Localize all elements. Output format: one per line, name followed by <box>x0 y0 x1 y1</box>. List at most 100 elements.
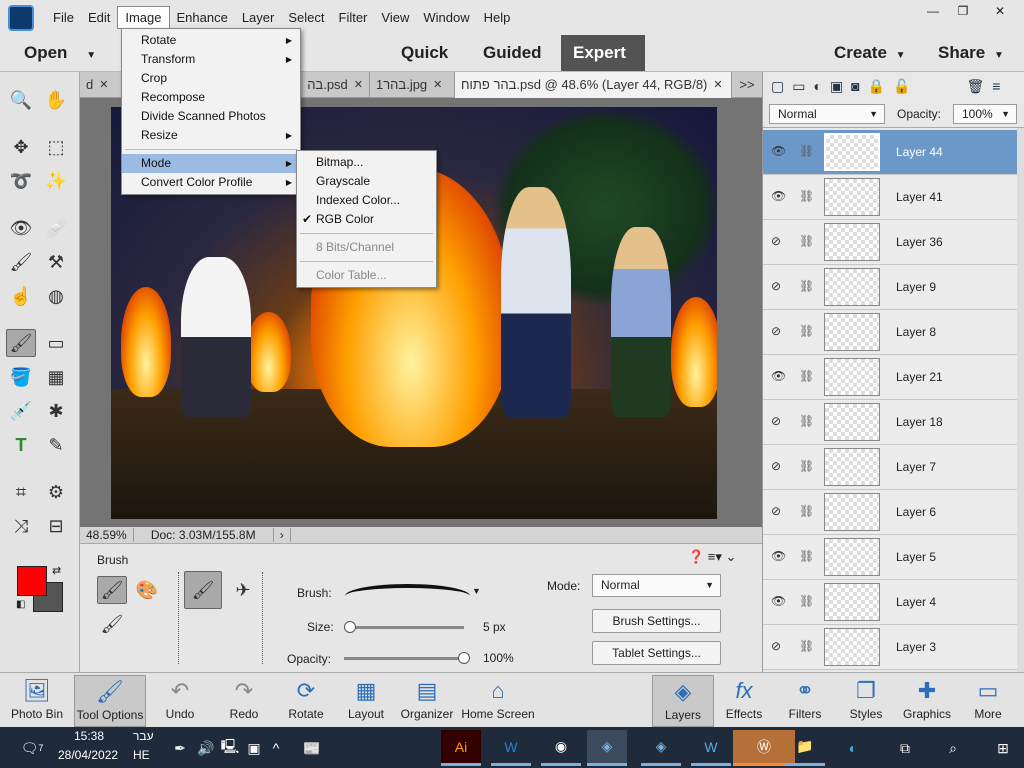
menu-item-bitmap-[interactable]: Bitmap... <box>297 153 436 172</box>
eye-icon[interactable]: 👁 <box>771 549 787 563</box>
layer-blend-mode-select[interactable]: Normal ▼ <box>769 104 885 124</box>
layer-thumbnail[interactable] <box>824 628 880 666</box>
type-tool-icon[interactable]: T <box>6 431 36 459</box>
layer-opacity-field[interactable]: 100% ▼ <box>953 104 1017 124</box>
size-value[interactable]: 5 px <box>483 620 506 634</box>
notifications-icon[interactable]: 🗨 7 <box>12 730 52 766</box>
eye-hidden-icon[interactable]: ⊘ <box>771 504 787 518</box>
brush-mode-icon[interactable]: 🖌 <box>97 576 127 604</box>
layer-thumbnail[interactable] <box>824 448 880 486</box>
layer-thumbnail[interactable] <box>824 358 880 396</box>
layer-thumbnail[interactable] <box>824 583 880 621</box>
smart-brush-tool-icon[interactable]: 🖌 <box>6 248 36 276</box>
size-slider[interactable] <box>344 621 464 633</box>
tab-document-1[interactable]: d ✕ <box>80 72 122 98</box>
new-layer-icon[interactable]: ▢ <box>771 78 784 95</box>
impressionist-brush-icon[interactable]: 🎨 <box>132 576 162 604</box>
eye-hidden-icon[interactable]: ⊘ <box>771 459 787 473</box>
tabs-overflow-button[interactable]: >> <box>732 72 762 98</box>
organizer-button[interactable]: ▤ Organizer <box>396 675 458 727</box>
layer-row[interactable]: ⊘ ⛓ Layer 8 <box>763 310 1018 355</box>
move-tool-icon[interactable]: ✥ <box>6 133 36 161</box>
layer-name[interactable]: Layer 41 <box>896 190 943 204</box>
layer-name[interactable]: Layer 18 <box>896 415 943 429</box>
lasso-tool-icon[interactable]: ➰ <box>6 167 36 195</box>
airbrush-off-icon[interactable]: 🖌 <box>184 571 222 609</box>
effects-button[interactable]: fx Effects <box>713 675 775 727</box>
pencil-tool-icon[interactable]: ✎ <box>41 431 71 459</box>
eyedropper-tool-icon[interactable]: 💉 <box>6 397 36 425</box>
size-slider-knob[interactable] <box>344 621 356 633</box>
opacity-slider-knob[interactable] <box>458 652 470 664</box>
blend-mode-select[interactable]: Normal ▼ <box>592 574 721 597</box>
open-button[interactable]: Open ▼ <box>24 35 96 71</box>
styles-button[interactable]: ❐ Styles <box>835 675 897 727</box>
help-icon[interactable]: ❓ ≡▾ ⌄ <box>688 549 736 565</box>
layer-row[interactable]: 👁 ⛓ Layer 44 <box>763 130 1018 175</box>
menu-filter[interactable]: Filter <box>332 7 375 28</box>
menu-item-crop[interactable]: Crop <box>122 69 300 88</box>
airbrush-icon[interactable]: ✈ <box>228 576 258 604</box>
clock-time[interactable]: 15:38 <box>74 729 104 743</box>
hand-tool-icon[interactable]: ✋ <box>41 86 71 114</box>
layer-row[interactable]: ⊘ ⛓ Layer 7 <box>763 445 1018 490</box>
photoshop-elements-taskbar-icon[interactable]: ◈ <box>587 730 627 766</box>
link-icon[interactable]: ⛓ <box>799 549 814 563</box>
layer-name[interactable]: Layer 4 <box>896 595 936 609</box>
layer-row[interactable]: ⊘ ⛓ Layer 9 <box>763 265 1018 310</box>
layer-thumbnail[interactable] <box>824 133 880 171</box>
close-tab-icon[interactable]: ✕ <box>713 72 722 98</box>
delete-layer-icon[interactable]: 🗑 <box>967 78 985 95</box>
content-aware-move-icon[interactable]: ⤨ <box>6 512 36 540</box>
menu-file[interactable]: File <box>46 7 81 28</box>
share-button[interactable]: Share ▼ <box>938 35 1004 71</box>
clone-stamp-tool-icon[interactable]: ⚒ <box>41 248 71 276</box>
recompose-tool-icon[interactable]: ⚙ <box>41 478 71 506</box>
elements-organizer-taskbar-icon[interactable]: ◈ <box>641 730 681 766</box>
close-tab-icon[interactable]: ✕ <box>354 72 363 98</box>
magic-wand-tool-icon[interactable]: ✨ <box>41 167 71 195</box>
show-hidden-icons[interactable]: ^ <box>256 730 296 766</box>
layer-thumbnail[interactable] <box>824 403 880 441</box>
more-button[interactable]: ▭ More <box>957 675 1019 727</box>
start-windows-icon[interactable]: ⊞ <box>983 730 1023 766</box>
sponge-tool-icon[interactable]: ◍ <box>41 282 71 310</box>
menu-item-convert-color-profile[interactable]: Convert Color Profile ▶ <box>122 173 300 192</box>
search-icon[interactable]: ⌕ <box>933 730 973 766</box>
red-eye-tool-icon[interactable]: 👁 <box>6 214 36 242</box>
gradient-tool-icon[interactable]: ▦ <box>41 363 71 391</box>
news-widget-icon[interactable]: 📰 <box>292 730 332 766</box>
menu-enhance[interactable]: Enhance <box>170 7 235 28</box>
link-icon[interactable]: ⛓ <box>799 189 814 203</box>
layer-thumbnail[interactable] <box>824 268 880 306</box>
menu-select[interactable]: Select <box>281 7 331 28</box>
layer-row[interactable]: 👁 ⛓ Layer 21 <box>763 355 1018 400</box>
tab-document-3[interactable]: 1בהר.jpg ✕ <box>370 72 455 98</box>
link-icon[interactable]: ⛓ <box>799 144 814 158</box>
new-group-icon[interactable]: ▭ <box>792 78 805 95</box>
menu-item-divide-scanned-photos[interactable]: Divide Scanned Photos <box>122 107 300 126</box>
language-indicator-hebrew[interactable]: עבר <box>133 729 154 743</box>
menu-item-rotate[interactable]: Rotate ▶ <box>122 31 300 50</box>
opacity-value[interactable]: 100% <box>483 651 514 665</box>
eye-hidden-icon[interactable]: ⊘ <box>771 279 787 293</box>
word-taskbar-icon[interactable]: W <box>491 730 531 766</box>
brush-settings-button[interactable]: Brush Settings... <box>592 609 721 633</box>
mode-quick[interactable]: Quick <box>401 35 448 71</box>
layer-thumbnail[interactable] <box>824 223 880 261</box>
layout-button[interactable]: ▦ Layout <box>335 675 397 727</box>
menu-view[interactable]: View <box>374 7 416 28</box>
close-tab-icon[interactable]: ✕ <box>433 72 442 98</box>
layers-scrollbar[interactable] <box>1017 128 1024 672</box>
tab-document-active[interactable]: בהר פתוח.psd @ 48.6% (Layer 44, RGB/8) ✕ <box>455 72 732 98</box>
layer-name[interactable]: Layer 7 <box>896 460 936 474</box>
eye-hidden-icon[interactable]: ⊘ <box>771 234 787 248</box>
eye-icon[interactable]: 👁 <box>771 144 787 158</box>
smudge-tool-icon[interactable]: ☝ <box>6 282 36 310</box>
close-button[interactable]: ✕ <box>980 0 1020 22</box>
menu-item-grayscale[interactable]: Grayscale <box>297 172 436 191</box>
minimize-button[interactable]: — <box>918 0 948 22</box>
tool-options-button[interactable]: 🖌 Tool Options <box>74 675 146 727</box>
foreground-color-swatch[interactable] <box>17 566 47 596</box>
layer-row[interactable]: ⊘ ⛓ Layer 3 <box>763 625 1018 670</box>
